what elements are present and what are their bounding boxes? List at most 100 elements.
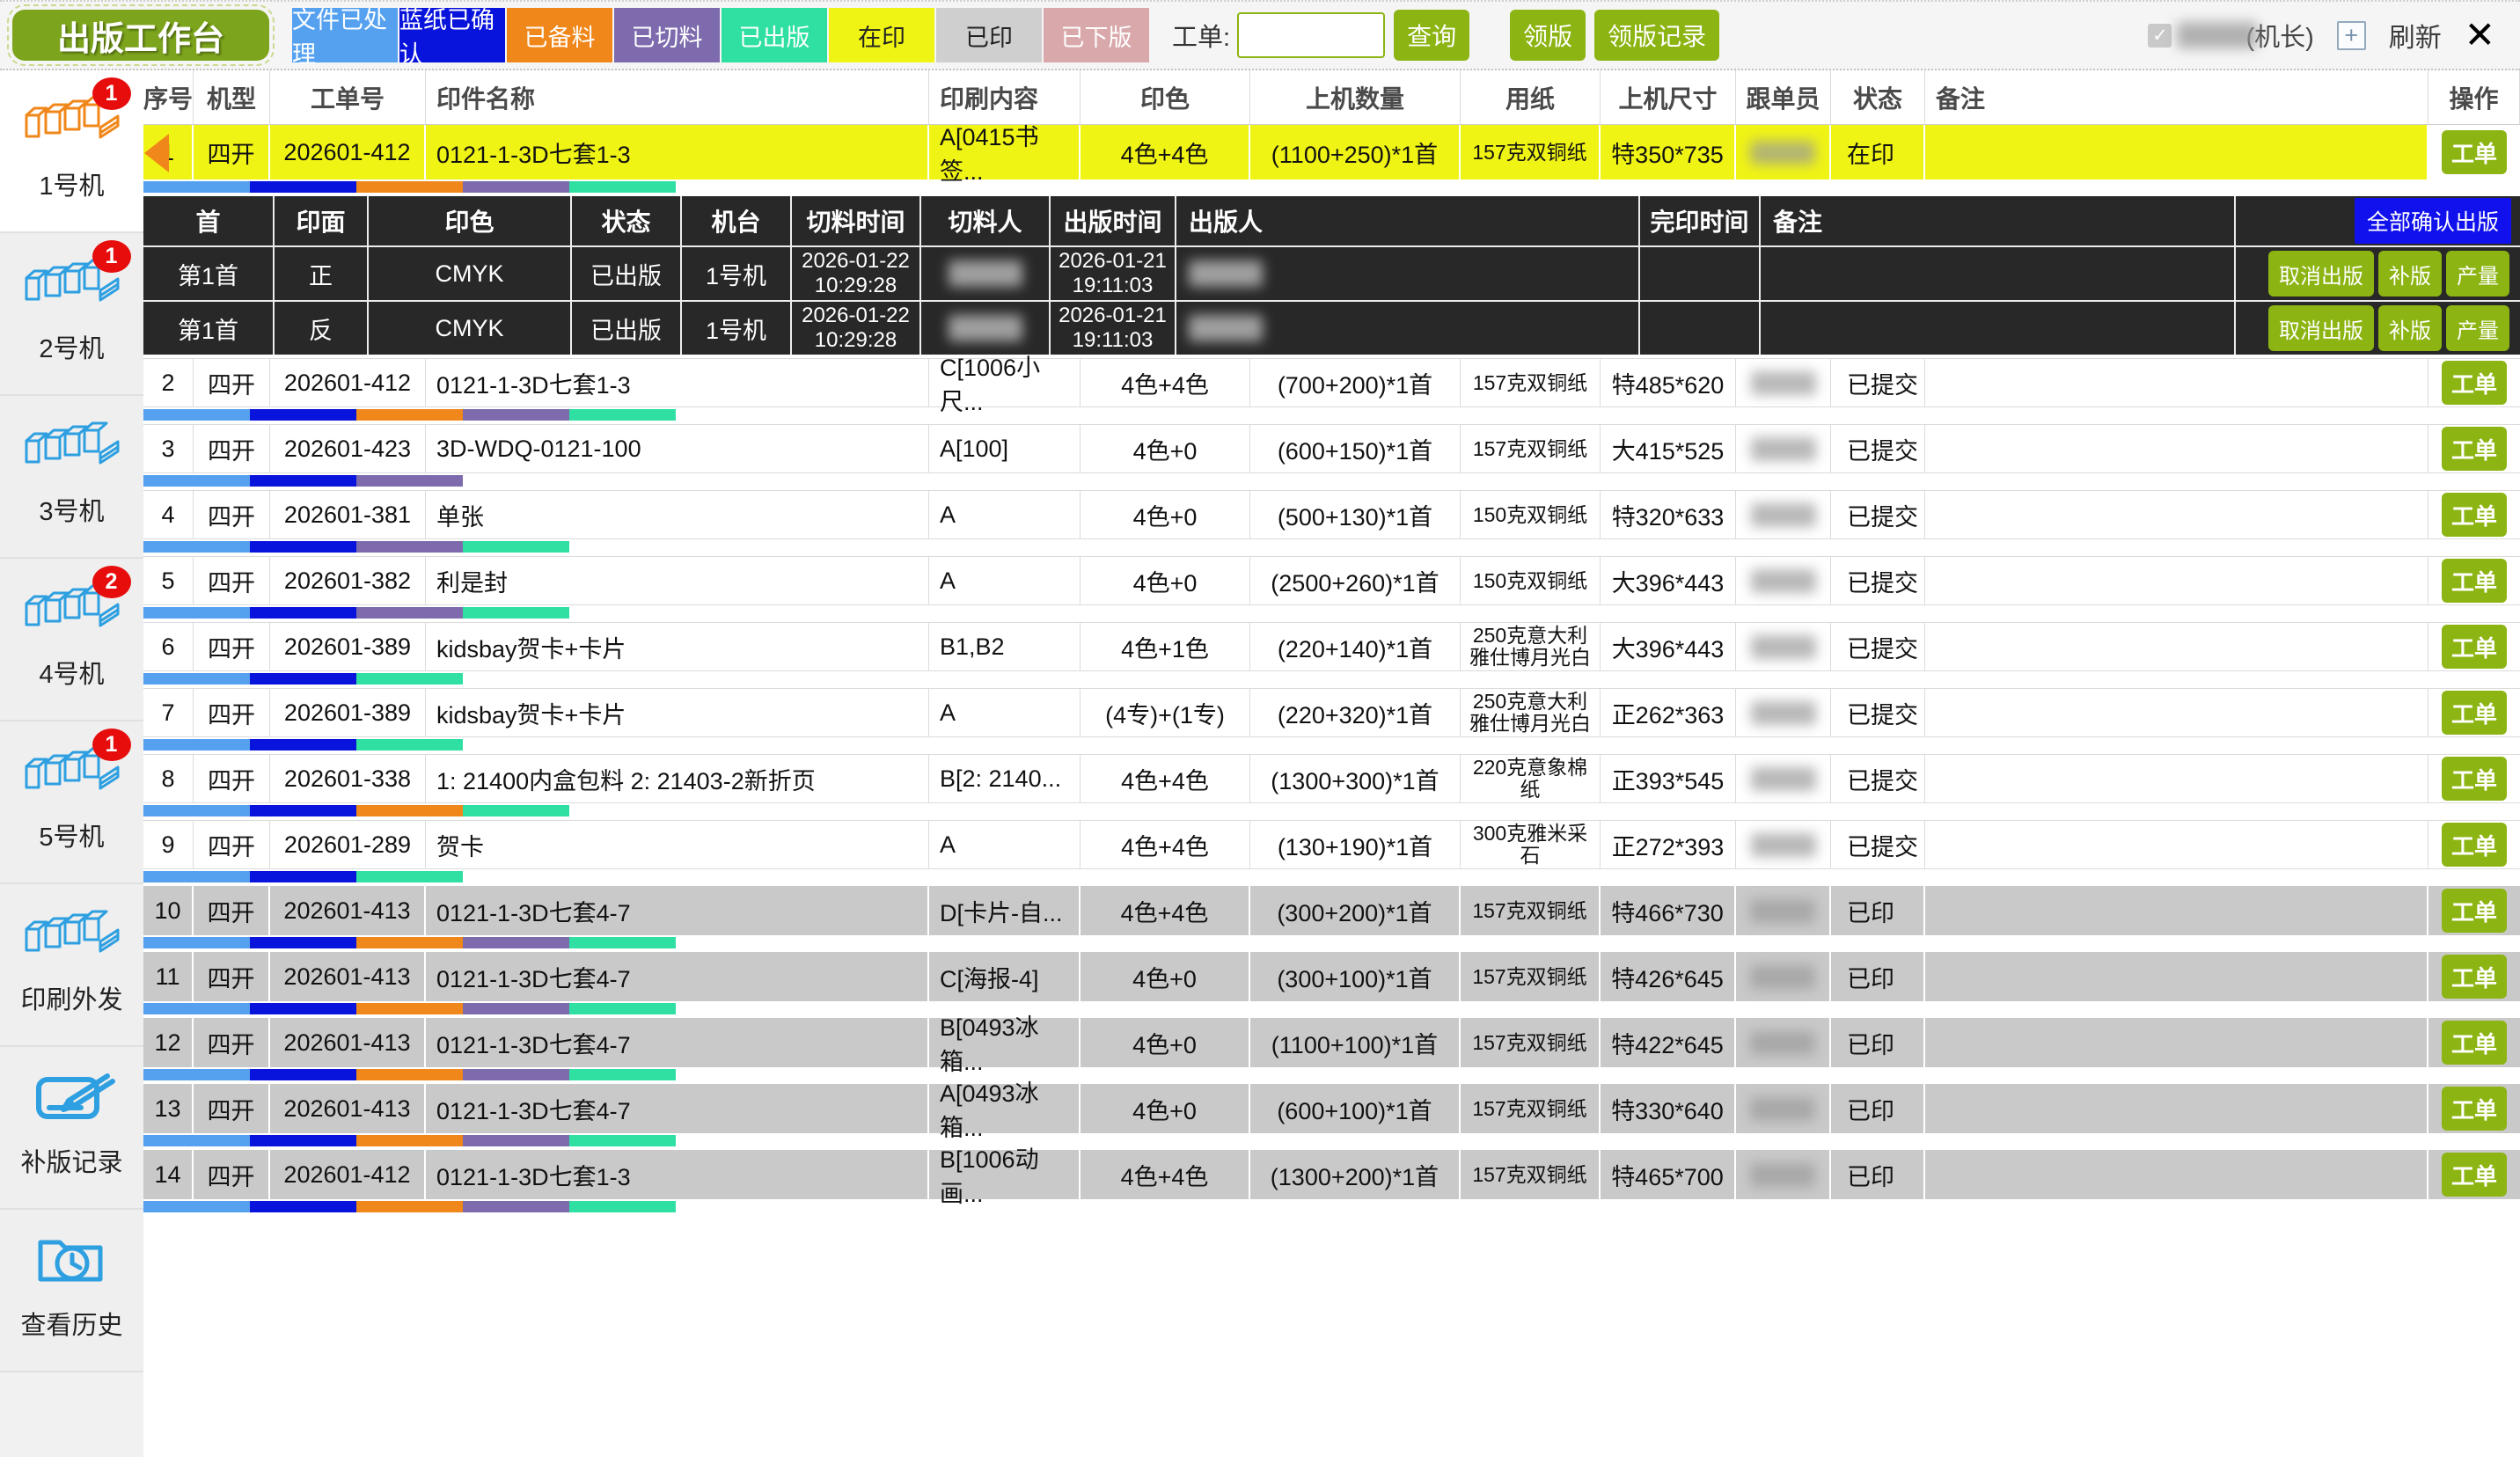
workorder-button[interactable]: 工单 xyxy=(2442,823,2507,867)
sidebar-item-1号机[interactable]: 11号机 xyxy=(0,70,143,233)
order-input[interactable] xyxy=(1237,12,1385,58)
table-row[interactable]: 8四开202601-3381: 21400内盒包料 2: 21403-2新折页B… xyxy=(143,754,2520,803)
user-checkbox[interactable]: ✓ xyxy=(2148,24,2172,48)
subtable-row[interactable]: 第1首正CMYK已出版1号机2026-01-2210:29:282026-01-… xyxy=(143,245,2520,300)
cell-type: 四开 xyxy=(194,623,270,670)
table-row[interactable]: 10四开202601-4130121-1-3D七套4-7D[卡片-自...4色+… xyxy=(143,886,2520,935)
cell-follower xyxy=(1736,1018,1831,1067)
redacted-name xyxy=(949,315,1022,341)
column-header-paper: 用纸 xyxy=(1461,70,1601,124)
legend-prepared[interactable]: 已备料 xyxy=(507,8,612,62)
progress-segment-cut xyxy=(463,937,569,948)
workorder-button[interactable]: 工单 xyxy=(2442,955,2507,999)
sidebar-item-补版记录[interactable]: 补版记录 xyxy=(0,1047,143,1210)
workorder-button[interactable]: 工单 xyxy=(2442,1153,2507,1197)
confirm-all-publish-button[interactable]: 全部确认出版 xyxy=(2355,198,2511,244)
press-icon: 2 xyxy=(20,576,124,640)
progress-segment-published xyxy=(463,541,569,553)
legend-offpress[interactable]: 已下版 xyxy=(1044,8,1149,62)
workorder-button[interactable]: 工单 xyxy=(2442,130,2507,174)
workorder-button[interactable]: 工单 xyxy=(2442,427,2507,471)
table-row[interactable]: 5四开202601-382利是封A4色+0(2500+260)*1首150克双铜… xyxy=(143,556,2520,605)
sidebar-item-查看历史[interactable]: 查看历史 xyxy=(0,1210,143,1373)
expand-plus-icon[interactable]: + xyxy=(2337,21,2366,50)
cell-name: 3D-WDQ-0121-100 xyxy=(426,425,929,472)
workorder-button[interactable]: 工单 xyxy=(2442,691,2507,735)
sidebar-item-label: 印刷外发 xyxy=(20,979,122,1016)
sidebar-item-2号机[interactable]: 12号机 xyxy=(0,233,143,396)
table-row[interactable]: 2四开202601-4120121-1-3D七套1-3C[1006小尺...4色… xyxy=(143,358,2520,407)
legend-cut[interactable]: 已切料 xyxy=(614,8,720,62)
pickup-plate-button[interactable]: 领版 xyxy=(1510,10,1586,61)
output-button[interactable]: 产量 xyxy=(2446,251,2509,297)
table-row[interactable]: 6四开202601-389kidsbay贺卡+卡片B1,B24色+1色(220+… xyxy=(143,622,2520,671)
subtable-row[interactable]: 第1首反CMYK已出版1号机2026-01-2210:29:282026-01-… xyxy=(143,300,2520,355)
legend-printed[interactable]: 已印 xyxy=(936,8,1042,62)
cell-colors: 4色+1色 xyxy=(1081,623,1250,670)
workorder-button[interactable]: 工单 xyxy=(2442,1087,2507,1131)
table-row[interactable]: 11四开202601-4130121-1-3D七套4-7C[海报-4]4色+0(… xyxy=(143,952,2520,1001)
cell-note xyxy=(1925,557,2428,604)
legend-published[interactable]: 已出版 xyxy=(722,8,827,62)
output-button[interactable]: 产量 xyxy=(2446,305,2509,351)
sidebar-item-5号机[interactable]: 15号机 xyxy=(0,721,143,884)
sidebar-item-印刷外发[interactable]: 印刷外发 xyxy=(0,884,143,1047)
progress-segment-cut xyxy=(463,1069,569,1080)
progress-segment-prepared xyxy=(356,181,463,193)
cell-content: B[0493冰箱... xyxy=(929,1018,1081,1067)
search-button[interactable]: 查询 xyxy=(1394,10,1469,61)
table-row[interactable]: 3四开202601-4233D-WDQ-0121-100A[100]4色+0(6… xyxy=(143,424,2520,473)
redacted-follower-name xyxy=(1751,635,1816,659)
table-row[interactable]: 13四开202601-4130121-1-3D七套4-7A[0493冰箱...4… xyxy=(143,1084,2520,1133)
legend-printing[interactable]: 在印 xyxy=(829,8,934,62)
cell-note xyxy=(1925,886,2428,935)
workorder-button[interactable]: 工单 xyxy=(2442,757,2507,801)
progress-segment-processed xyxy=(143,673,250,685)
close-icon[interactable]: ✕ xyxy=(2465,17,2495,54)
sub-cell-publisher xyxy=(1176,302,1640,355)
status-progress-bar xyxy=(143,805,2520,816)
status-progress-bar xyxy=(143,541,2520,553)
cell-paper: 250克意大利雅仕博月光白 xyxy=(1461,689,1601,736)
sidebar-item-4号机[interactable]: 24号机 xyxy=(0,559,143,721)
cell-order: 202601-413 xyxy=(270,952,426,1001)
progress-segment-confirmed xyxy=(250,937,356,948)
workorder-button[interactable]: 工单 xyxy=(2442,493,2507,537)
progress-segment-processed xyxy=(143,541,250,553)
workorder-button[interactable]: 工单 xyxy=(2442,361,2507,405)
redacted-follower-name xyxy=(1751,371,1816,395)
workorder-button[interactable]: 工单 xyxy=(2442,559,2507,603)
workorder-button[interactable]: 工单 xyxy=(2442,889,2507,933)
column-header-qty: 上机数量 xyxy=(1250,70,1461,124)
sidebar-item-3号机[interactable]: 3号机 xyxy=(0,396,143,559)
table-row[interactable]: 12四开202601-4130121-1-3D七套4-7B[0493冰箱...4… xyxy=(143,1018,2520,1067)
cell-order: 202601-289 xyxy=(270,821,426,868)
patch-plate-button[interactable]: 补版 xyxy=(2378,251,2442,297)
table-row[interactable]: 14四开202601-4120121-1-3D七套1-3B[1006动画...4… xyxy=(143,1150,2520,1199)
status-progress-bar xyxy=(143,475,2520,487)
cell-name: 0121-1-3D七套1-3 xyxy=(426,359,929,406)
column-header-note: 备注 xyxy=(1925,70,2428,124)
cancel-publish-button[interactable]: 取消出版 xyxy=(2268,251,2374,297)
table-row[interactable]: 9四开202601-289贺卡A4色+4色(130+190)*1首300克雅米采… xyxy=(143,820,2520,869)
refresh-button[interactable]: 刷新 xyxy=(2389,16,2442,55)
patch-plate-button[interactable]: 补版 xyxy=(2378,305,2442,351)
cell-content: C[1006小尺... xyxy=(929,359,1081,406)
cell-qty: (220+320)*1首 xyxy=(1250,689,1461,736)
legend-confirmed[interactable]: 蓝纸已确认 xyxy=(399,8,505,62)
legend-processed[interactable]: 文件已处理 xyxy=(292,8,398,62)
cell-type: 四开 xyxy=(194,952,270,1001)
cell-size: 特465*700 xyxy=(1601,1150,1736,1199)
sub-column-header-cutter: 切料人 xyxy=(921,196,1051,245)
cell-type: 四开 xyxy=(194,125,270,179)
table-row[interactable]: 7四开202601-389kidsbay贺卡+卡片A(4专)+(1专)(220+… xyxy=(143,688,2520,737)
workorder-button[interactable]: 工单 xyxy=(2442,625,2507,669)
table-row[interactable]: 1四开202601-4120121-1-3D七套1-3A[0415书签...4色… xyxy=(143,125,2520,179)
table-row[interactable]: 4四开202601-381单张A4色+0(500+130)*1首150克双铜纸特… xyxy=(143,490,2520,539)
workorder-button[interactable]: 工单 xyxy=(2442,1021,2507,1065)
datetime: 2026-01-2210:29:28 xyxy=(802,249,910,297)
cell-status: 已印 xyxy=(1831,1018,1925,1067)
cancel-publish-button[interactable]: 取消出版 xyxy=(2268,305,2374,351)
pickup-plate-log-button[interactable]: 领版记录 xyxy=(1594,10,1719,61)
cell-name: 单张 xyxy=(426,491,929,538)
